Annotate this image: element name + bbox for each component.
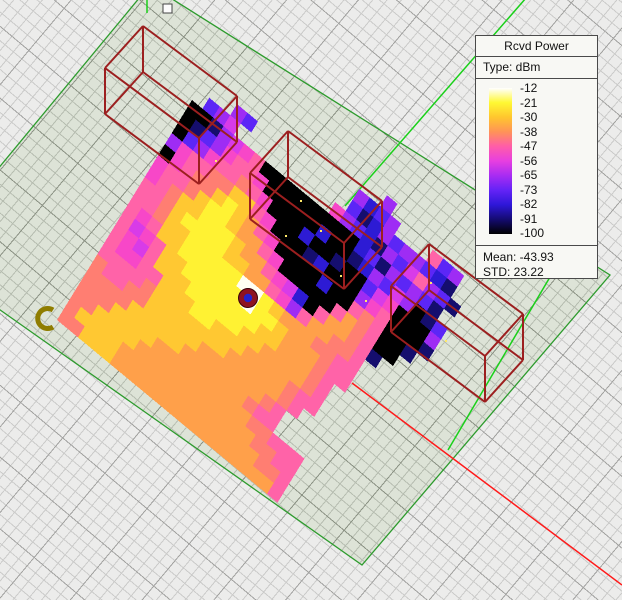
transmitter-marker[interactable] — [239, 289, 258, 308]
legend-tick: -56 — [520, 155, 544, 168]
legend-tick: -65 — [520, 169, 544, 182]
colorbar-tick-labels: -12 -21-30 -38-47 -56-65 -73-82 -91-100 — [520, 82, 544, 240]
legend-tick: -73 — [520, 184, 544, 197]
legend-tick: -100 — [520, 227, 544, 240]
colorbar-gradient — [489, 88, 512, 234]
legend-type-label: Type: dBm — [476, 57, 597, 79]
3d-visualization-viewport[interactable]: Rcvd Power Type: dBm -12-21-30-38-47-56-… — [0, 0, 622, 600]
red-axis-line — [352, 383, 622, 585]
legend-tick: -82 — [520, 198, 544, 211]
legend-tick: -91 — [520, 213, 544, 226]
received-power-heatmap — [57, 98, 464, 503]
legend-color-scale: -12 -21-30 -38-47 -56-65 -73-82 -91-100 — [476, 79, 597, 246]
legend-tick: -47 — [520, 140, 544, 153]
legend-panel: Rcvd Power Type: dBm -12-21-30-38-47-56-… — [475, 35, 598, 279]
legend-title: Rcvd Power — [476, 36, 597, 57]
legend-tick: -21 — [520, 97, 544, 110]
selection-handle-square[interactable] — [163, 4, 172, 13]
legend-statistics: Mean: -43.93 STD: 23.22 — [476, 246, 597, 280]
legend-tick: -30 — [520, 111, 544, 124]
transmitter-center — [244, 294, 252, 302]
legend-tick: -12 — [520, 82, 544, 95]
legend-tick: -38 — [520, 126, 544, 139]
std-value: STD: 23.22 — [483, 265, 597, 280]
receiver-arc-marker — [38, 309, 53, 329]
mean-value: Mean: -43.93 — [483, 250, 597, 265]
